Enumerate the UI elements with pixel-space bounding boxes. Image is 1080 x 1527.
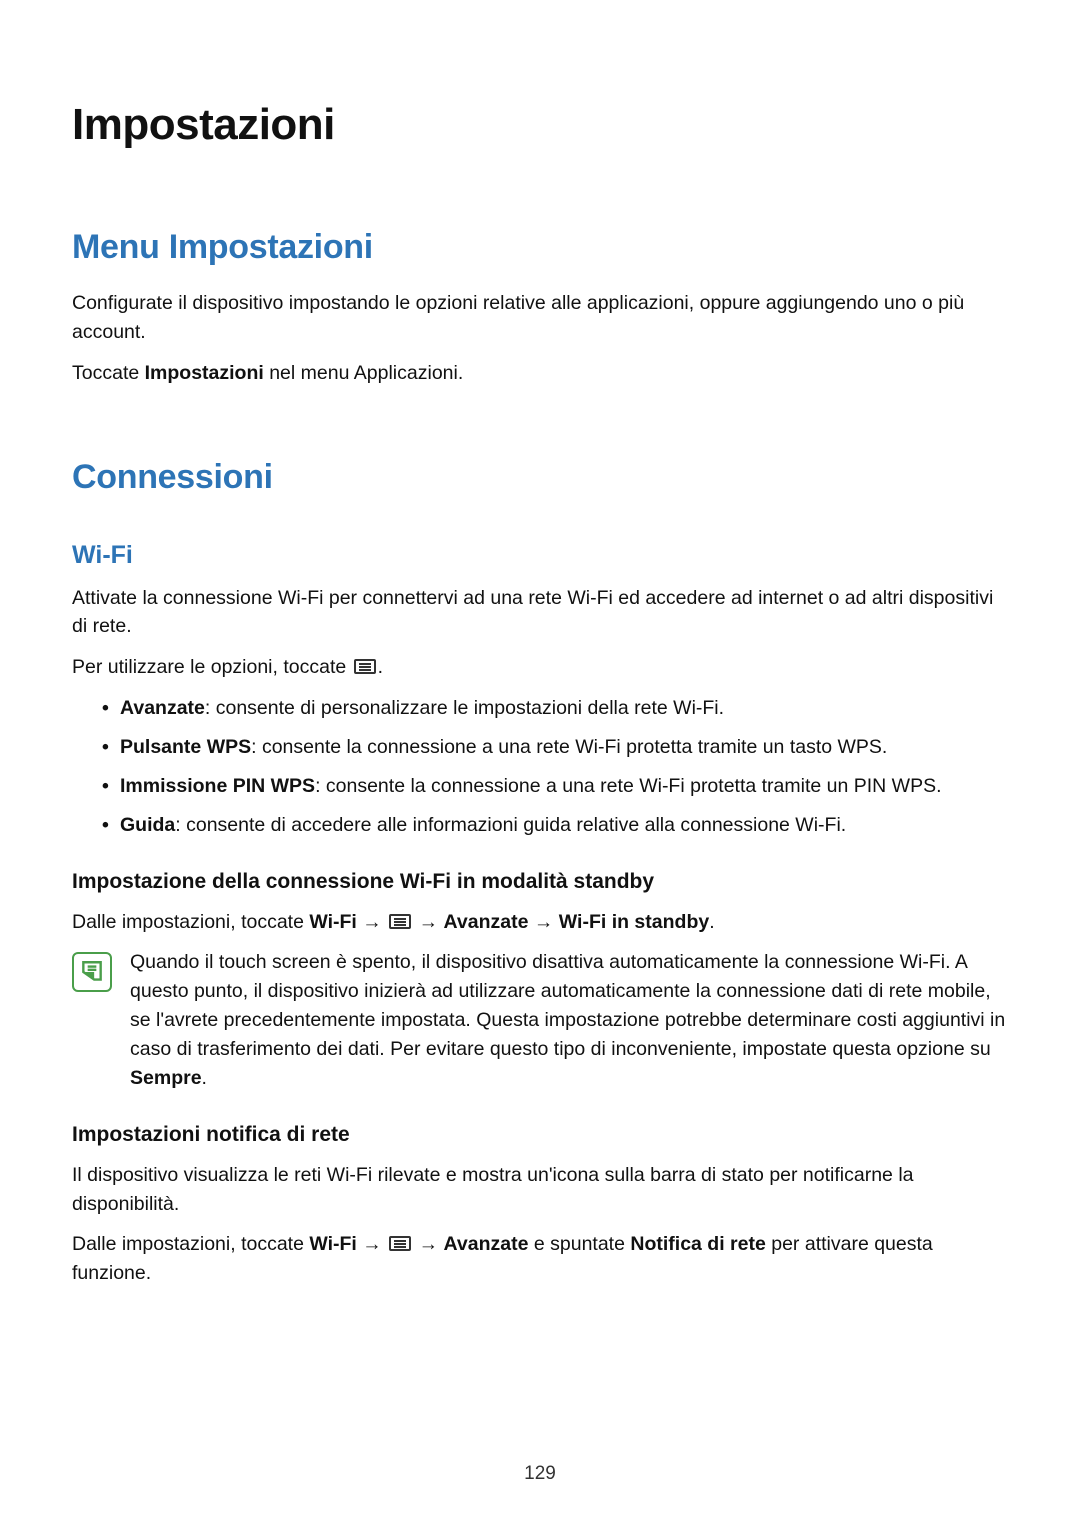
- text-bold: Impostazioni: [145, 362, 264, 384]
- note-text: Quando il touch screen è spento, il disp…: [130, 948, 1008, 1092]
- text-bold: Pulsante WPS: [120, 736, 251, 758]
- text: Quando il touch screen è spento, il disp…: [130, 951, 1005, 1060]
- text: .: [202, 1067, 207, 1089]
- bullet-list: Avanzate: consente di personalizzare le …: [102, 694, 1008, 839]
- text: Dalle impostazioni, toccate: [72, 1233, 309, 1255]
- arrow: →: [357, 1233, 387, 1255]
- list-item: Guida: consente di accedere alle informa…: [102, 811, 1008, 840]
- note-icon: [72, 952, 112, 992]
- arrow: →: [528, 911, 558, 933]
- text: nel menu Applicazioni.: [264, 362, 463, 384]
- paragraph: Configurate il dispositivo impostando le…: [72, 289, 1008, 347]
- text: Dalle impostazioni, toccate: [72, 911, 309, 933]
- paragraph: Toccate Impostazioni nel menu Applicazio…: [72, 359, 1008, 388]
- page-number: 129: [0, 1463, 1080, 1485]
- text-bold: Wi-Fi: [309, 911, 356, 933]
- list-item: Avanzate: consente di personalizzare le …: [102, 694, 1008, 723]
- text: e spuntate: [528, 1233, 630, 1255]
- paragraph: Attivate la connessione Wi-Fi per connet…: [72, 584, 1008, 642]
- text: : consente la connessione a una rete Wi-…: [315, 775, 941, 797]
- paragraph: Dalle impostazioni, toccate Wi-Fi → → Av…: [72, 908, 1008, 937]
- text: .: [378, 656, 383, 678]
- text: : consente di personalizzare le impostaz…: [205, 697, 724, 719]
- text-bold: Avanzate: [444, 1233, 529, 1255]
- arrow: →: [357, 911, 387, 933]
- arrow: →: [413, 911, 443, 933]
- text: Per utilizzare le opzioni, toccate: [72, 656, 352, 678]
- section-heading-connessioni: Connessioni: [72, 458, 1008, 497]
- text: Toccate: [72, 362, 145, 384]
- text-bold: Avanzate: [120, 697, 205, 719]
- paragraph: Dalle impostazioni, toccate Wi-Fi → → Av…: [72, 1230, 1008, 1288]
- list-item: Immissione PIN WPS: consente la connessi…: [102, 772, 1008, 801]
- sub-subsection-heading-notifica: Impostazioni notifica di rete: [72, 1123, 1008, 1147]
- section-heading-menu-impostazioni: Menu Impostazioni: [72, 228, 1008, 267]
- text-bold: Notifica di rete: [630, 1233, 765, 1255]
- text: .: [709, 911, 714, 933]
- text: : consente la connessione a una rete Wi-…: [251, 736, 887, 758]
- arrow: →: [413, 1233, 443, 1255]
- text-bold: Immissione PIN WPS: [120, 775, 315, 797]
- page-title: Impostazioni: [72, 100, 1008, 150]
- note-block: Quando il touch screen è spento, il disp…: [72, 948, 1008, 1092]
- menu-icon: [354, 659, 376, 674]
- text-bold: Wi-Fi in standby: [559, 911, 709, 933]
- paragraph: Il dispositivo visualizza le reti Wi-Fi …: [72, 1161, 1008, 1219]
- text-bold: Wi-Fi: [309, 1233, 356, 1255]
- sub-subsection-heading-standby: Impostazione della connessione Wi-Fi in …: [72, 870, 1008, 894]
- menu-icon: [389, 914, 411, 929]
- paragraph: Per utilizzare le opzioni, toccate .: [72, 653, 1008, 682]
- text-bold: Avanzate: [444, 911, 529, 933]
- subsection-heading-wifi: Wi-Fi: [72, 541, 1008, 570]
- list-item: Pulsante WPS: consente la connessione a …: [102, 733, 1008, 762]
- menu-icon: [389, 1236, 411, 1251]
- text: : consente di accedere alle informazioni…: [175, 814, 846, 836]
- text-bold: Guida: [120, 814, 175, 836]
- text-bold: Sempre: [130, 1067, 202, 1089]
- document-page: Impostazioni Menu Impostazioni Configura…: [0, 0, 1080, 1340]
